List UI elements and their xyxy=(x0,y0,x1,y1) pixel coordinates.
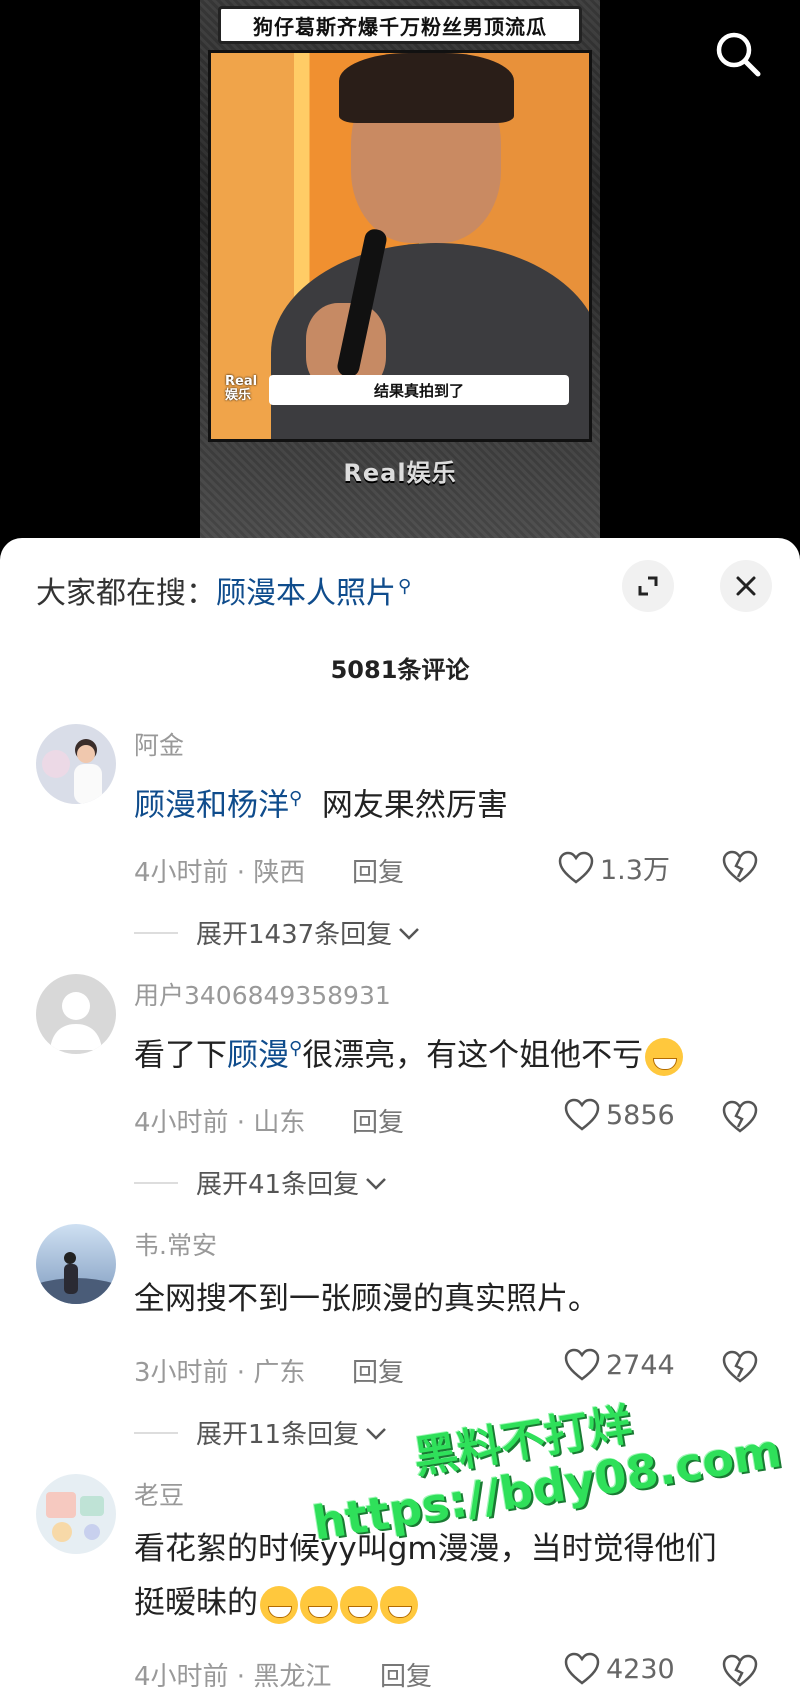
heart-icon xyxy=(564,1098,600,1131)
grin-emoji xyxy=(300,1585,338,1624)
avatar[interactable] xyxy=(36,724,116,804)
video-caption: 结果真拍到了 xyxy=(269,375,569,405)
video-frame: 狗仔葛斯齐爆千万粉丝男顶流瓜 Real 娱乐 结果真拍到了 Real娱乐 xyxy=(200,0,600,540)
broken-heart-icon xyxy=(722,1100,758,1133)
chevron-down-icon xyxy=(366,1177,386,1190)
heart-icon xyxy=(564,1652,600,1685)
grin-emoji xyxy=(340,1585,378,1624)
comment-meta: 4小时前 · 黑龙江 xyxy=(134,1662,332,1692)
search-icon: ⚲ xyxy=(289,788,303,809)
like-button[interactable]: 2744 xyxy=(564,1348,675,1382)
grin-emoji xyxy=(260,1585,298,1624)
comment-meta: 4小时前 · 陕西 xyxy=(134,858,306,888)
search-keyword-link[interactable]: 顾漫和杨洋 xyxy=(134,787,289,823)
dislike-button[interactable] xyxy=(722,1100,758,1138)
heart-icon xyxy=(564,1348,600,1381)
reply-button[interactable]: 回复 xyxy=(380,1656,432,1693)
close-button[interactable] xyxy=(720,560,772,612)
like-button[interactable]: 1.3万 xyxy=(558,848,670,887)
search-icon: ⚲ xyxy=(398,576,412,597)
avatar[interactable] xyxy=(36,974,116,1054)
reply-button[interactable]: 回复 xyxy=(352,1102,404,1139)
like-count: 2744 xyxy=(606,1349,675,1381)
close-icon xyxy=(736,576,756,596)
comment-text: 全网搜不到一张顾漫的真实照片。 xyxy=(134,1281,599,1317)
username[interactable]: 阿金 xyxy=(134,726,184,762)
search-keyword-link[interactable]: 顾漫 xyxy=(227,1037,289,1073)
comment-meta: 4小时前 · 山东 xyxy=(134,1108,306,1138)
video-clip: Real 娱乐 结果真拍到了 xyxy=(208,50,592,442)
like-button[interactable]: 4230 xyxy=(564,1652,675,1686)
expand-icon xyxy=(638,576,658,596)
broken-heart-icon xyxy=(722,1654,758,1687)
avatar[interactable] xyxy=(36,1224,116,1304)
like-button[interactable]: 5856 xyxy=(564,1098,675,1132)
dislike-button[interactable] xyxy=(722,850,758,888)
grin-emoji xyxy=(380,1585,418,1624)
grin-emoji xyxy=(645,1037,684,1076)
expand-replies[interactable]: 展开1437条回复 xyxy=(134,914,422,951)
hot-search-keyword[interactable]: 顾漫本人照片 xyxy=(216,576,396,611)
comment-text: 看了下顾漫⚲很漂亮，有这个姐他不亏 xyxy=(134,1022,774,1082)
username[interactable]: 老豆 xyxy=(134,1476,184,1512)
avatar[interactable] xyxy=(36,1474,116,1554)
reply-button[interactable]: 回复 xyxy=(352,1352,404,1389)
comment-meta: 3小时前 · 广东 xyxy=(134,1358,306,1388)
expand-replies[interactable]: 展开41条回复 xyxy=(134,1164,389,1201)
hot-search-label: 大家都在搜： xyxy=(36,576,216,611)
username[interactable]: 用户3406849358931 xyxy=(134,976,391,1012)
like-count: 1.3万 xyxy=(600,855,670,886)
search-icon: ⚲ xyxy=(289,1038,303,1059)
hot-search-bar[interactable]: 大家都在搜：顾漫本人照片 ⚲ xyxy=(36,568,411,612)
comment-count: 5081条评论 xyxy=(330,656,470,684)
video-brand: Real娱乐 xyxy=(343,458,457,487)
video-player[interactable]: 狗仔葛斯齐爆千万粉丝男顶流瓜 Real 娱乐 结果真拍到了 Real娱乐 xyxy=(0,0,800,540)
broken-heart-icon xyxy=(722,850,758,883)
like-count: 5856 xyxy=(606,1099,675,1131)
chevron-down-icon xyxy=(399,927,420,940)
reply-button[interactable]: 回复 xyxy=(352,852,404,889)
username[interactable]: 韦.常安 xyxy=(134,1226,217,1262)
like-count: 4230 xyxy=(606,1653,675,1685)
dislike-button[interactable] xyxy=(722,1654,758,1692)
comment-text: 顾漫和杨洋⚲ 网友果然厉害 xyxy=(134,787,508,824)
heart-icon xyxy=(558,851,594,884)
video-title: 狗仔葛斯齐爆千万粉丝男顶流瓜 xyxy=(218,6,582,44)
comment-text: 看花絮的时候yy叫gm漫漫，当时觉得他们 挺暧昧的 xyxy=(134,1522,774,1630)
search-icon[interactable] xyxy=(710,26,766,82)
expand-button[interactable] xyxy=(622,560,674,612)
clip-watermark: Real 娱乐 xyxy=(225,374,258,403)
